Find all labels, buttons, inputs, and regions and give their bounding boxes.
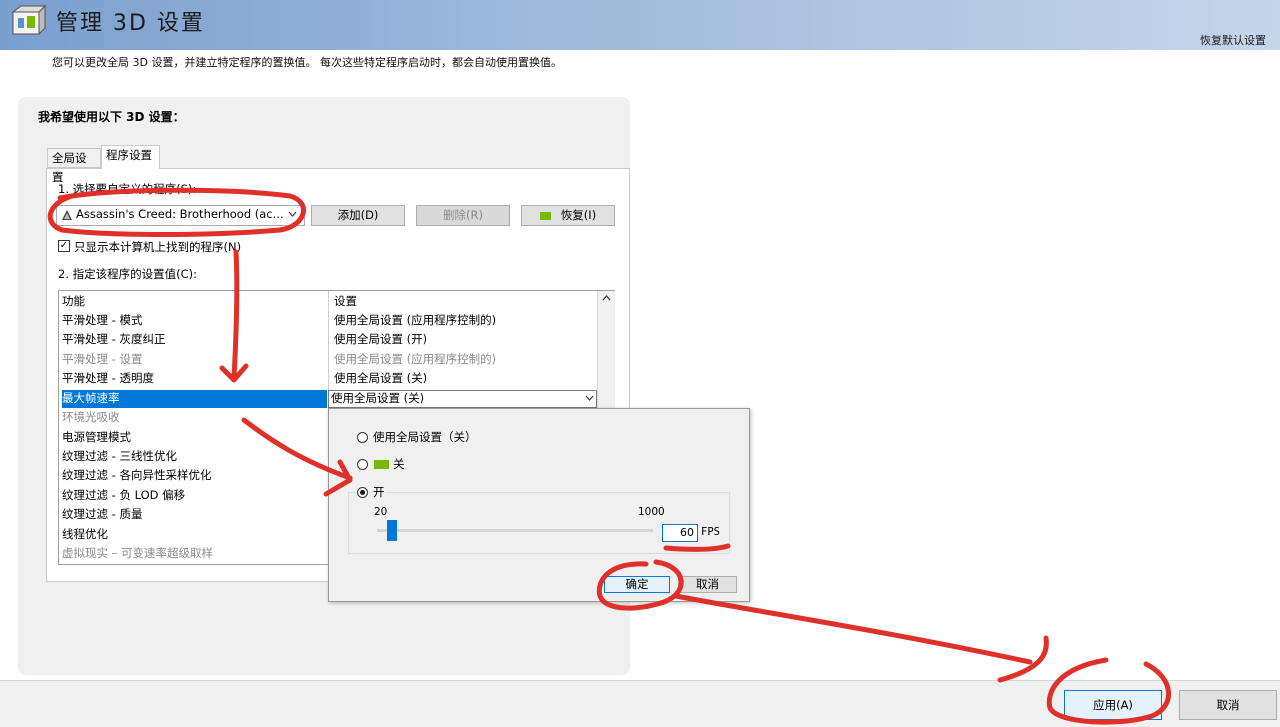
nvidia-logo-icon	[374, 460, 389, 469]
table-row-feature[interactable]: 纹理过滤 - 负 LOD 偏移	[62, 486, 185, 505]
only-found-checkbox[interactable]: ✓	[58, 240, 70, 252]
select-program-label: 1. 选择要自定义的程序(S):	[58, 182, 197, 196]
radio-on-dot	[360, 490, 365, 495]
table-row-feature[interactable]: 平滑处理 - 灰度纠正	[62, 330, 165, 349]
table-row-feature[interactable]: 线程优化	[62, 525, 108, 544]
table-row-feature: 最大帧速率	[62, 391, 120, 405]
popup-cancel-button[interactable]: 取消	[678, 576, 737, 593]
table-row-setting: 使用全局设置 (应用程序控制的)	[334, 352, 497, 366]
tab-global-settings[interactable]: 全局设置	[47, 148, 101, 184]
radio-use-global-label: 使用全局设置（关）	[373, 430, 477, 444]
chevron-down-icon	[585, 395, 594, 401]
table-row-feature[interactable]: 纹理过滤 - 三线性优化	[62, 447, 177, 466]
table-row-feature[interactable]: 虚拟现实 – 可变速率超级取样	[62, 544, 213, 563]
specify-settings-label: 2. 指定该程序的设置值(C):	[58, 267, 198, 281]
radio-use-global[interactable]	[357, 432, 368, 443]
chevron-up-icon	[602, 295, 611, 301]
program-select-value: Assassin's Creed: Brotherhood (ac...	[76, 207, 284, 221]
annotation-arrow-to-apply	[673, 593, 1049, 683]
ok-button[interactable]: 确定	[604, 576, 670, 593]
nvidia-3d-settings-icon	[11, 4, 46, 36]
column-header-feature: 功能	[62, 294, 85, 308]
table-row-feature[interactable]: 纹理过滤 - 质量	[62, 505, 142, 524]
column-divider	[328, 291, 329, 390]
fps-input[interactable]: 60	[662, 524, 698, 542]
radio-off-label: 关	[393, 457, 405, 471]
restore-program-button[interactable]: 恢复(I)	[521, 205, 615, 226]
table-row-feature[interactable]: 平滑处理 - 设置	[62, 350, 142, 369]
delete-program-button[interactable]: 删除(R)	[416, 205, 510, 226]
nvidia-logo-icon	[539, 211, 551, 220]
table-row-feature[interactable]: 环境光吸收	[62, 408, 120, 427]
page-description: 您可以更改全局 3D 设置，并建立特定程序的置换值。 每次这些特定程序启动时，都…	[52, 56, 562, 69]
fps-slider-track[interactable]	[377, 529, 653, 532]
radio-on[interactable]	[357, 487, 368, 498]
section-heading: 我希望使用以下 3D 设置：	[38, 110, 185, 124]
table-row-setting: 使用全局设置 (关)	[334, 371, 428, 385]
table-row-feature[interactable]: 平滑处理 - 透明度	[62, 369, 154, 388]
table-row-setting: 使用全局设置 (应用程序控制的)	[334, 313, 497, 327]
restore-button-label: 恢复(I)	[560, 208, 597, 222]
column-header-setting: 设置	[334, 294, 357, 308]
game-icon	[62, 210, 72, 220]
only-found-label: 只显示本计算机上找到的程序(N)	[74, 240, 242, 254]
fps-unit-label: FPS	[701, 526, 720, 538]
chevron-down-icon	[288, 211, 297, 217]
table-row-setting: 使用全局设置 (开)	[334, 332, 428, 346]
apply-button[interactable]: 应用(A)	[1064, 690, 1162, 720]
cancel-button[interactable]: 取消	[1179, 690, 1277, 720]
table-row-feature[interactable]: 电源管理模式	[62, 428, 131, 447]
fps-group	[348, 492, 730, 554]
add-program-button[interactable]: 添加(D)	[311, 205, 405, 226]
radio-on-label: 开	[373, 484, 385, 500]
table-row-feature[interactable]: 平滑处理 - 模式	[62, 311, 142, 330]
slider-min-label: 20	[374, 506, 388, 518]
setting-dropdown-value: 使用全局设置 (关)	[331, 391, 425, 405]
page-title: 管理 3D 设置	[56, 11, 205, 36]
restore-defaults-link[interactable]: 恢复默认设置	[1200, 32, 1266, 48]
fps-slider-thumb[interactable]	[387, 520, 397, 541]
tab-program-settings[interactable]: 程序设置	[101, 145, 160, 169]
slider-max-label: 1000	[638, 506, 665, 518]
radio-off[interactable]	[357, 459, 368, 470]
table-row-feature[interactable]: 纹理过滤 - 各向异性采样优化	[62, 466, 211, 485]
